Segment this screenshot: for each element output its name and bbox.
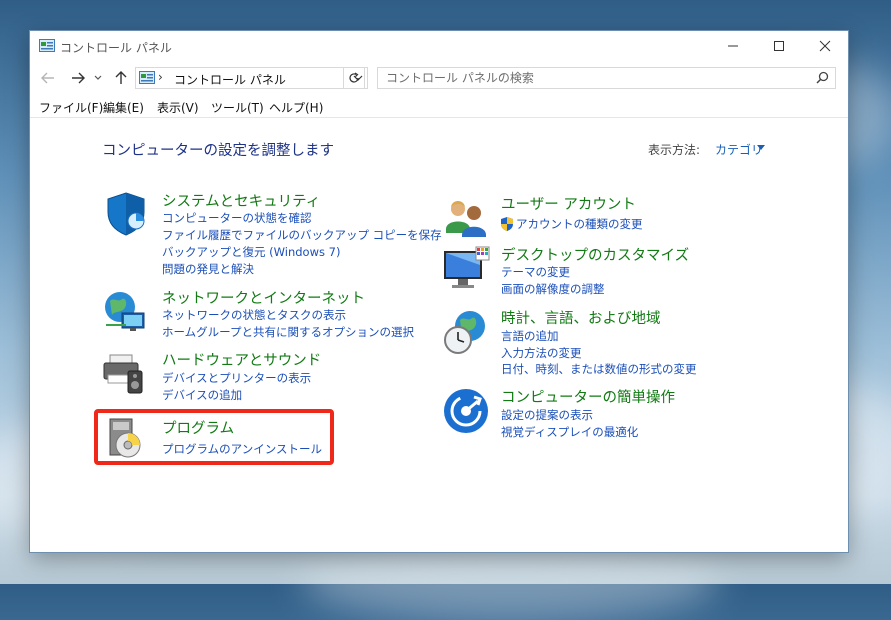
category-network-internet[interactable]: ネットワークとインターネット [162,287,365,308]
menu-help[interactable]: ヘルプ(H) [269,99,323,116]
chevron-down-icon [94,75,102,80]
back-button[interactable] [38,68,58,88]
link-add-language[interactable]: 言語の追加 [501,328,559,344]
category-ease-of-access[interactable]: コンピューターの簡単操作 [501,386,675,407]
category-hardware-sound[interactable]: ハードウェアとサウンド [162,349,321,370]
address-bar[interactable]: › コントロール パネル [135,67,368,89]
category-user-accounts[interactable]: ユーザー アカウント [501,193,636,214]
category-system-security[interactable]: システムとセキュリティ [162,190,320,211]
control-panel-icon [139,71,155,84]
network-globe-icon[interactable] [100,287,148,335]
menu-view[interactable]: 表示(V) [157,99,199,116]
page-title: コンピューターの設定を調整します [102,143,334,159]
view-by-arrow-icon[interactable] [757,145,765,150]
title-bar: コントロール パネル [30,31,848,61]
shield-icon[interactable] [102,190,150,238]
link-find-fix-problems[interactable]: 問題の発見と解決 [162,261,254,277]
link-backup-restore[interactable]: バックアップと復元 (Windows 7) [162,244,340,260]
link-add-device[interactable]: デバイスの追加 [162,387,242,403]
clock-globe-icon[interactable] [442,308,490,356]
close-button[interactable] [802,31,848,61]
highlight-box [94,409,334,465]
link-devices-printers[interactable]: デバイスとプリンターの表示 [162,370,311,386]
minimize-button[interactable] [710,31,756,61]
users-icon[interactable] [442,193,490,241]
search-icon[interactable] [816,71,829,84]
control-panel-window: コントロール パネル › コントロール パネル コントロール パネルの検索 ファ… [30,31,848,552]
category-clock-language-region[interactable]: 時計、言語、および地域 [501,307,661,328]
menu-file[interactable]: ファイル(F) [39,99,103,116]
navigation-bar: › コントロール パネル [30,65,848,91]
refresh-icon [349,72,359,83]
link-check-computer-status[interactable]: コンピューターの状態を確認 [162,210,312,226]
ease-of-access-icon[interactable] [442,387,490,435]
forward-arrow-icon [72,72,85,84]
search-box[interactable] [377,67,836,89]
up-button[interactable] [111,68,131,88]
close-icon [819,40,831,52]
desktop-monitor-icon[interactable] [442,245,490,293]
maximize-button[interactable] [756,31,802,61]
printer-speaker-icon[interactable] [100,349,148,397]
menu-bar: ファイル(F) 編集(E) 表示(V) ツール(T) ヘルプ(H) [30,97,848,118]
uac-shield-icon [501,217,513,231]
link-suggested-settings[interactable]: 設定の提案の表示 [501,407,593,423]
link-change-date-time-format[interactable]: 日付、時刻、または数値の形式の変更 [501,361,697,377]
back-arrow-icon [41,72,54,84]
window-title: コントロール パネル [60,41,172,55]
maximize-icon [774,41,784,51]
up-arrow-icon [115,71,127,84]
link-file-history-backup[interactable]: ファイル履歴でファイルのバックアップ コピーを保存 [162,227,442,243]
link-optimize-visual-display[interactable]: 視覚ディスプレイの最適化 [501,424,638,440]
refresh-button[interactable] [343,67,365,89]
category-desktop-customization[interactable]: デスクトップのカスタマイズ [501,244,689,265]
link-change-theme[interactable]: テーマの変更 [501,264,570,280]
forward-button[interactable] [68,68,88,88]
link-change-account-type[interactable]: アカウントの種類の変更 [516,216,643,232]
link-network-status[interactable]: ネットワークの状態とタスクの表示 [162,307,346,323]
view-by-label: 表示方法: [648,143,701,157]
menu-edit[interactable]: 編集(E) [103,99,144,116]
search-input[interactable] [384,70,808,86]
minimize-icon [728,45,738,47]
link-adjust-resolution[interactable]: 画面の解像度の調整 [501,281,605,297]
breadcrumb-separator: › [158,70,163,84]
recent-locations-button[interactable] [92,68,104,88]
link-change-input-method[interactable]: 入力方法の変更 [501,345,582,361]
control-panel-icon [39,39,55,52]
view-by-dropdown[interactable]: カテゴリ [715,141,763,158]
breadcrumb-control-panel[interactable]: コントロール パネル [174,71,286,88]
menu-tools[interactable]: ツール(T) [211,99,264,116]
link-homegroup-sharing[interactable]: ホームグループと共有に関するオプションの選択 [162,324,414,340]
